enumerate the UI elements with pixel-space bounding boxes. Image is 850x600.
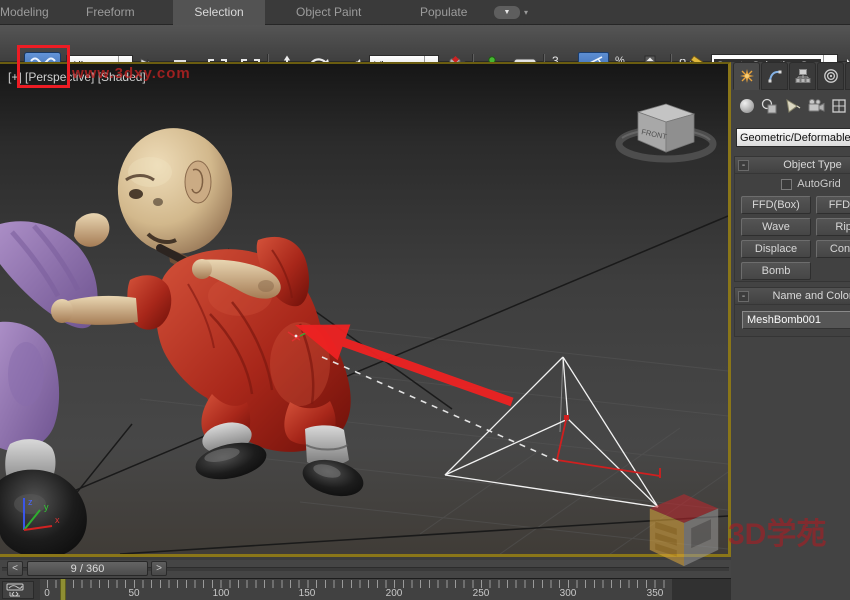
current-frame-marker[interactable] [60, 579, 66, 600]
ruler-end-cap [672, 579, 731, 600]
tab-hierarchy[interactable] [789, 62, 816, 90]
object-type-rollout: - Object Type AutoGrid FFD(Box) FFD(Cyl)… [734, 156, 850, 282]
name-and-color-rollout: - Name and Color MeshBomb001 [734, 287, 850, 337]
displace-button[interactable]: Displace [741, 240, 811, 258]
bomb-space-warp-gizmo[interactable] [444, 356, 661, 508]
category-geometry[interactable] [735, 94, 758, 118]
category-cameras[interactable] [804, 94, 827, 118]
collapse-icon: - [738, 290, 749, 302]
create-icon [739, 69, 754, 83]
ruler-label: 0 [44, 588, 50, 599]
track-bar: 0 50 100 150 200 250 300 350 [0, 578, 731, 600]
category-lights[interactable] [781, 94, 804, 118]
viewport-label[interactable]: [+] [Perspective] [Shaded] [8, 70, 146, 84]
bomb-button[interactable]: Bomb [741, 262, 811, 280]
hierarchy-icon [795, 69, 810, 83]
axis-y-label: y [44, 502, 49, 512]
autogrid-row: AutoGrid [735, 174, 850, 194]
object-name-field[interactable]: MeshBomb001 [742, 311, 850, 329]
autogrid-checkbox[interactable] [781, 178, 793, 190]
camera-icon [808, 98, 824, 112]
scene-canvas[interactable]: FRONT z y x [0, 64, 728, 554]
ribbon-tab-selection[interactable]: Selection [173, 0, 265, 25]
ruler-label: 300 [559, 588, 577, 599]
monk-ear [184, 160, 212, 204]
autogrid-label: AutoGrid [797, 178, 841, 190]
monk-character[interactable] [51, 121, 367, 502]
next-frame-button[interactable]: > [151, 561, 167, 576]
ribbon-tab-bar: Modeling Freeform Selection Object Paint… [0, 0, 850, 25]
tab-display[interactable] [845, 62, 850, 90]
wave-button[interactable]: Wave [741, 218, 811, 236]
viewport-grid-major [0, 215, 728, 554]
axis-x-label: x [55, 515, 60, 525]
object-type-rollout-header[interactable]: - Object Type [735, 157, 850, 174]
ruler-label: 350 [646, 588, 664, 599]
ribbon-tab-object-paint[interactable]: Object Paint [286, 0, 371, 25]
monk-eye [129, 189, 143, 199]
category-shapes[interactable] [758, 94, 781, 118]
command-panel: Geometric/Deformable - Object Type AutoG… [731, 62, 850, 600]
ribbon-tab-populate[interactable]: Populate [410, 0, 477, 25]
chevron-down-icon: ▼ [503, 9, 511, 16]
ffd-cyl-button[interactable]: FFD(Cyl) [816, 196, 850, 214]
open-mini-curve-editor-button[interactable] [2, 581, 34, 599]
ruler-label: 250 [472, 588, 490, 599]
ruler-label: 50 [128, 588, 140, 599]
perspective-viewport[interactable]: [+] [Perspective] [Shaded] FRONT z y x [0, 62, 731, 557]
motion-icon [823, 69, 838, 83]
name-color-rollout-header[interactable]: - Name and Color [735, 288, 850, 305]
3dsmax-window: Modeling Freeform Selection Object Paint… [0, 0, 850, 600]
ribbon-tab-freeform[interactable]: Freeform [76, 0, 145, 25]
ruler-label: 100 [212, 588, 230, 599]
geometry-sphere-icon [739, 99, 754, 113]
tab-create[interactable] [733, 62, 760, 90]
conform-button[interactable]: Conform [816, 240, 850, 258]
ruler-ticks [47, 580, 669, 588]
main-toolbar: All ▼ [0, 25, 850, 88]
purple-character [0, 213, 110, 554]
category-helpers[interactable] [827, 94, 850, 118]
name-color-title: Name and Color [772, 290, 850, 302]
ribbon-tab-modeling[interactable]: Modeling [0, 0, 59, 25]
purple-character-hand [74, 213, 110, 247]
track-bar-ruler[interactable]: 0 50 100 150 200 250 300 350 [40, 579, 672, 600]
object-type-title: Object Type [783, 159, 842, 171]
light-icon [786, 98, 801, 113]
monk-hand [51, 299, 73, 323]
create-category-row [735, 94, 850, 120]
shapes-icon [761, 98, 777, 113]
category-dropdown-value: Geometric/Deformable [740, 131, 850, 144]
viewcube[interactable]: FRONT [615, 103, 717, 163]
tab-modify[interactable] [761, 62, 788, 90]
ripple-button[interactable]: Ripple [816, 218, 850, 236]
previous-frame-button[interactable]: < [7, 561, 23, 576]
command-panel-tabs [733, 62, 850, 92]
ffd-box-button[interactable]: FFD(Box) [741, 196, 811, 214]
ruler-label: 200 [385, 588, 403, 599]
time-slider-grip[interactable]: 9 / 360 [27, 561, 148, 576]
tab-motion[interactable] [817, 62, 844, 90]
helpers-icon [831, 99, 846, 113]
time-slider: < 9 / 360 > [0, 560, 731, 578]
collapse-icon: - [738, 159, 749, 171]
modify-icon [768, 70, 781, 83]
ribbon-options-arrow-icon[interactable]: ▾ [524, 8, 528, 17]
axis-z-label: z [28, 497, 33, 507]
space-warp-category-dropdown[interactable]: Geometric/Deformable [736, 128, 850, 147]
mini-curve-editor-icon [6, 583, 24, 596]
ruler-label: 150 [298, 588, 316, 599]
ribbon-minimize-button[interactable]: ▼ [494, 6, 520, 19]
